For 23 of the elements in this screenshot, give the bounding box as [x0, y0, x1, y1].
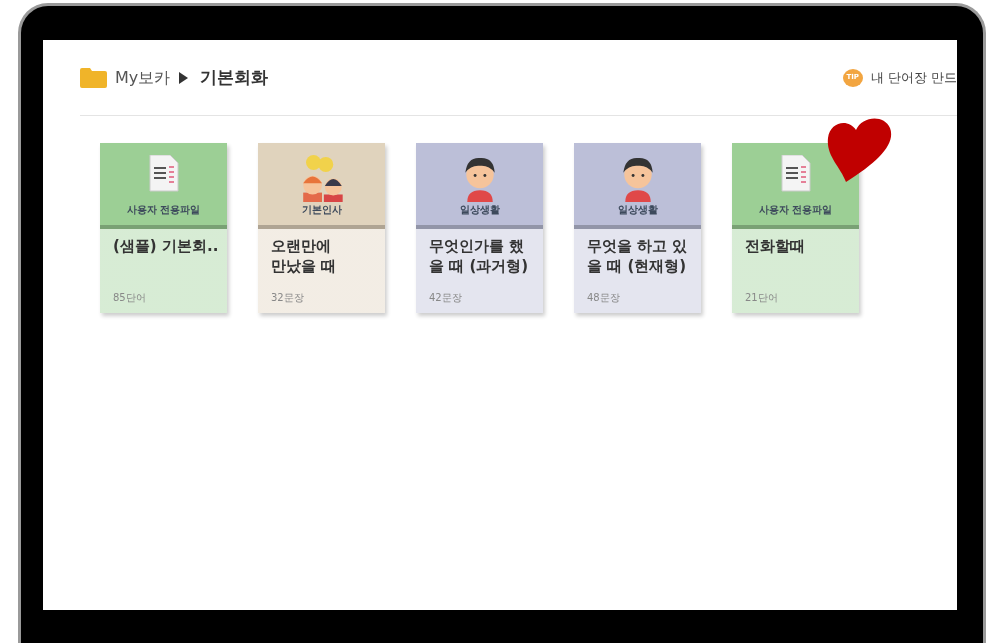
card-count: 32문장 [271, 291, 305, 305]
card-count: 42문장 [429, 291, 463, 305]
card-title: 전화할때 [745, 237, 805, 257]
card-title: 무엇을 하고 있 을 때 (현재형) [587, 237, 688, 276]
caret-icon [178, 71, 189, 84]
card-category: 사용자 전용파일 [126, 203, 201, 217]
card-title: 오랜만에 만났을 때 [271, 237, 337, 276]
card-title: (샘플) 기본회.. [113, 237, 219, 257]
document-icon [779, 155, 812, 193]
document-icon [147, 155, 180, 193]
heart-icon [826, 116, 894, 182]
card-category: 일상생활 [617, 203, 658, 217]
card-category: 기본인사 [301, 203, 342, 217]
tip-link[interactable]: 내 단어장 만드 [870, 67, 957, 88]
folder-icon [80, 67, 107, 88]
card-count: 21단어 [745, 291, 779, 305]
card-category: 사용자 전용파일 [758, 203, 833, 217]
card-category: 일상생활 [459, 203, 500, 217]
breadcrumb-current: 기본회화 [200, 65, 269, 89]
card-count: 85단어 [113, 291, 147, 305]
card-title: 무엇인가를 했 을 때 (과거형) [429, 237, 529, 276]
breadcrumb-link[interactable]: My보카 [115, 65, 171, 90]
card-count: 48문장 [587, 291, 621, 305]
